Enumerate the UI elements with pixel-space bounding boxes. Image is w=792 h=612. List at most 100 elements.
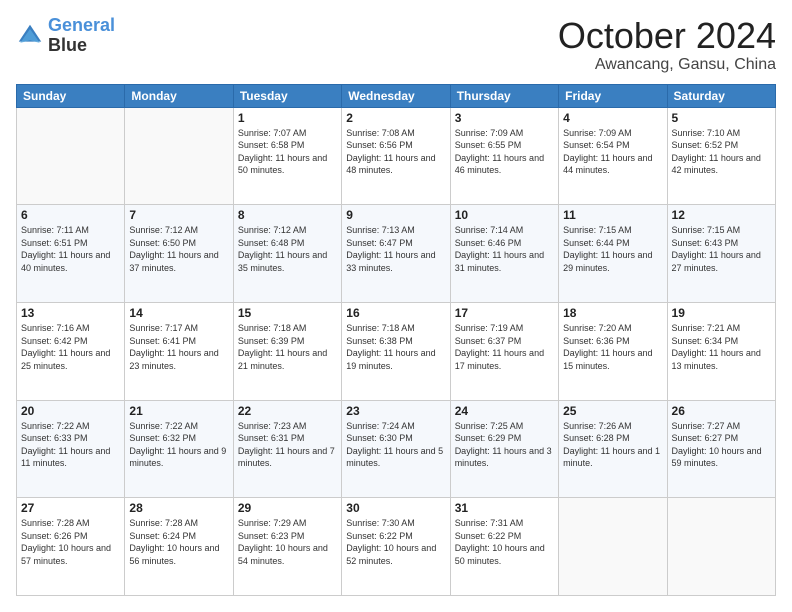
day-number: 29 <box>238 501 337 515</box>
day-number: 7 <box>129 208 228 222</box>
day-info: Sunrise: 7:10 AMSunset: 6:52 PMDaylight:… <box>672 127 771 177</box>
day-number: 26 <box>672 404 771 418</box>
day-info: Sunrise: 7:25 AMSunset: 6:29 PMDaylight:… <box>455 420 554 470</box>
week-row-4: 20Sunrise: 7:22 AMSunset: 6:33 PMDayligh… <box>17 400 776 498</box>
calendar-cell <box>667 498 775 596</box>
day-info: Sunrise: 7:08 AMSunset: 6:56 PMDaylight:… <box>346 127 445 177</box>
week-row-3: 13Sunrise: 7:16 AMSunset: 6:42 PMDayligh… <box>17 302 776 400</box>
day-number: 9 <box>346 208 445 222</box>
page: General Blue October 2024 Awancang, Gans… <box>0 0 792 612</box>
day-number: 6 <box>21 208 120 222</box>
weekday-header-friday: Friday <box>559 84 667 107</box>
day-number: 15 <box>238 306 337 320</box>
calendar-body: 1Sunrise: 7:07 AMSunset: 6:58 PMDaylight… <box>17 107 776 595</box>
calendar-cell: 2 Sunrise: 7:08 AMSunset: 6:56 PMDaylight… <box>342 107 450 205</box>
day-info: Sunrise: 7:26 AMSunset: 6:28 PMDaylight:… <box>563 420 662 470</box>
day-info: Sunrise: 7:30 AMSunset: 6:22 PMDaylight:… <box>346 517 445 567</box>
calendar-cell: 17Sunrise: 7:19 AMSunset: 6:37 PMDayligh… <box>450 302 558 400</box>
calendar-cell <box>17 107 125 205</box>
calendar-cell: 27 Sunrise: 7:28 AMSunset: 6:26 PMDayligh… <box>17 498 125 596</box>
calendar-cell: 11Sunrise: 7:15 AMSunset: 6:44 PMDayligh… <box>559 205 667 303</box>
weekday-header-tuesday: Tuesday <box>233 84 341 107</box>
day-info: Sunrise: 7:19 AMSunset: 6:37 PMDaylight:… <box>455 322 554 372</box>
calendar-cell: 29 Sunrise: 7:29 AMSunset: 6:23 PMDayligh… <box>233 498 341 596</box>
calendar-cell: 6 Sunrise: 7:11 AMSunset: 6:51 PMDaylight… <box>17 205 125 303</box>
calendar-cell: 1Sunrise: 7:07 AMSunset: 6:58 PMDaylight… <box>233 107 341 205</box>
day-number: 5 <box>672 111 771 125</box>
day-number: 23 <box>346 404 445 418</box>
calendar-cell <box>559 498 667 596</box>
day-info: Sunrise: 7:28 AMSunset: 6:26 PMDaylight:… <box>21 517 120 567</box>
day-info: Sunrise: 7:18 AMSunset: 6:38 PMDaylight:… <box>346 322 445 372</box>
day-info: Sunrise: 7:09 AMSunset: 6:54 PMDaylight:… <box>563 127 662 177</box>
calendar-table: SundayMondayTuesdayWednesdayThursdayFrid… <box>16 84 776 596</box>
day-info: Sunrise: 7:29 AMSunset: 6:23 PMDaylight:… <box>238 517 337 567</box>
calendar-cell: 8Sunrise: 7:12 AMSunset: 6:48 PMDaylight… <box>233 205 341 303</box>
weekday-header-saturday: Saturday <box>667 84 775 107</box>
day-number: 21 <box>129 404 228 418</box>
calendar-cell <box>125 107 233 205</box>
location-title: Awancang, Gansu, China <box>558 56 776 74</box>
calendar-cell: 25 Sunrise: 7:26 AMSunset: 6:28 PMDayligh… <box>559 400 667 498</box>
calendar-cell: 19 Sunrise: 7:21 AMSunset: 6:34 PMDayligh… <box>667 302 775 400</box>
calendar-cell: 9 Sunrise: 7:13 AMSunset: 6:47 PMDaylight… <box>342 205 450 303</box>
day-number: 10 <box>455 208 554 222</box>
day-info: Sunrise: 7:11 AMSunset: 6:51 PMDaylight:… <box>21 224 120 274</box>
calendar-cell: 12 Sunrise: 7:15 AMSunset: 6:43 PMDayligh… <box>667 205 775 303</box>
day-number: 16 <box>346 306 445 320</box>
day-info: Sunrise: 7:20 AMSunset: 6:36 PMDaylight:… <box>563 322 662 372</box>
calendar-cell: 3 Sunrise: 7:09 AMSunset: 6:55 PMDaylight… <box>450 107 558 205</box>
day-info: Sunrise: 7:17 AMSunset: 6:41 PMDaylight:… <box>129 322 228 372</box>
calendar-cell: 5 Sunrise: 7:10 AMSunset: 6:52 PMDaylight… <box>667 107 775 205</box>
calendar-cell: 28 Sunrise: 7:28 AMSunset: 6:24 PMDayligh… <box>125 498 233 596</box>
day-info: Sunrise: 7:12 AMSunset: 6:50 PMDaylight:… <box>129 224 228 274</box>
day-info: Sunrise: 7:21 AMSunset: 6:34 PMDaylight:… <box>672 322 771 372</box>
weekday-header-sunday: Sunday <box>17 84 125 107</box>
day-info: Sunrise: 7:27 AMSunset: 6:27 PMDaylight:… <box>672 420 771 470</box>
day-number: 18 <box>563 306 662 320</box>
calendar-cell: 14Sunrise: 7:17 AMSunset: 6:41 PMDayligh… <box>125 302 233 400</box>
calendar-cell: 10Sunrise: 7:14 AMSunset: 6:46 PMDayligh… <box>450 205 558 303</box>
day-number: 31 <box>455 501 554 515</box>
logo: General Blue <box>16 16 115 56</box>
calendar-cell: 13Sunrise: 7:16 AMSunset: 6:42 PMDayligh… <box>17 302 125 400</box>
day-number: 2 <box>346 111 445 125</box>
day-info: Sunrise: 7:24 AMSunset: 6:30 PMDaylight:… <box>346 420 445 470</box>
calendar-cell: 4 Sunrise: 7:09 AMSunset: 6:54 PMDaylight… <box>559 107 667 205</box>
logo-icon <box>16 22 44 50</box>
logo-text: General Blue <box>48 16 115 56</box>
week-row-5: 27 Sunrise: 7:28 AMSunset: 6:26 PMDayligh… <box>17 498 776 596</box>
weekday-header-thursday: Thursday <box>450 84 558 107</box>
calendar-cell: 21Sunrise: 7:22 AMSunset: 6:32 PMDayligh… <box>125 400 233 498</box>
day-number: 12 <box>672 208 771 222</box>
week-row-1: 1Sunrise: 7:07 AMSunset: 6:58 PMDaylight… <box>17 107 776 205</box>
day-info: Sunrise: 7:28 AMSunset: 6:24 PMDaylight:… <box>129 517 228 567</box>
calendar-cell: 15 Sunrise: 7:18 AMSunset: 6:39 PMDayligh… <box>233 302 341 400</box>
day-info: Sunrise: 7:07 AMSunset: 6:58 PMDaylight:… <box>238 127 337 177</box>
weekday-header-monday: Monday <box>125 84 233 107</box>
calendar-cell: 7 Sunrise: 7:12 AMSunset: 6:50 PMDaylight… <box>125 205 233 303</box>
calendar-cell: 18 Sunrise: 7:20 AMSunset: 6:36 PMDayligh… <box>559 302 667 400</box>
day-number: 25 <box>563 404 662 418</box>
day-number: 3 <box>455 111 554 125</box>
calendar-cell: 22Sunrise: 7:23 AMSunset: 6:31 PMDayligh… <box>233 400 341 498</box>
day-number: 28 <box>129 501 228 515</box>
day-info: Sunrise: 7:18 AMSunset: 6:39 PMDaylight:… <box>238 322 337 372</box>
day-number: 27 <box>21 501 120 515</box>
day-number: 24 <box>455 404 554 418</box>
day-number: 20 <box>21 404 120 418</box>
day-info: Sunrise: 7:15 AMSunset: 6:43 PMDaylight:… <box>672 224 771 274</box>
weekday-header-wednesday: Wednesday <box>342 84 450 107</box>
day-info: Sunrise: 7:09 AMSunset: 6:55 PMDaylight:… <box>455 127 554 177</box>
day-number: 4 <box>563 111 662 125</box>
calendar-cell: 23 Sunrise: 7:24 AMSunset: 6:30 PMDayligh… <box>342 400 450 498</box>
week-row-2: 6 Sunrise: 7:11 AMSunset: 6:51 PMDaylight… <box>17 205 776 303</box>
day-number: 11 <box>563 208 662 222</box>
day-info: Sunrise: 7:12 AMSunset: 6:48 PMDaylight:… <box>238 224 337 274</box>
day-number: 19 <box>672 306 771 320</box>
day-number: 30 <box>346 501 445 515</box>
day-number: 22 <box>238 404 337 418</box>
day-info: Sunrise: 7:13 AMSunset: 6:47 PMDaylight:… <box>346 224 445 274</box>
weekday-header-row: SundayMondayTuesdayWednesdayThursdayFrid… <box>17 84 776 107</box>
calendar-cell: 31Sunrise: 7:31 AMSunset: 6:22 PMDayligh… <box>450 498 558 596</box>
